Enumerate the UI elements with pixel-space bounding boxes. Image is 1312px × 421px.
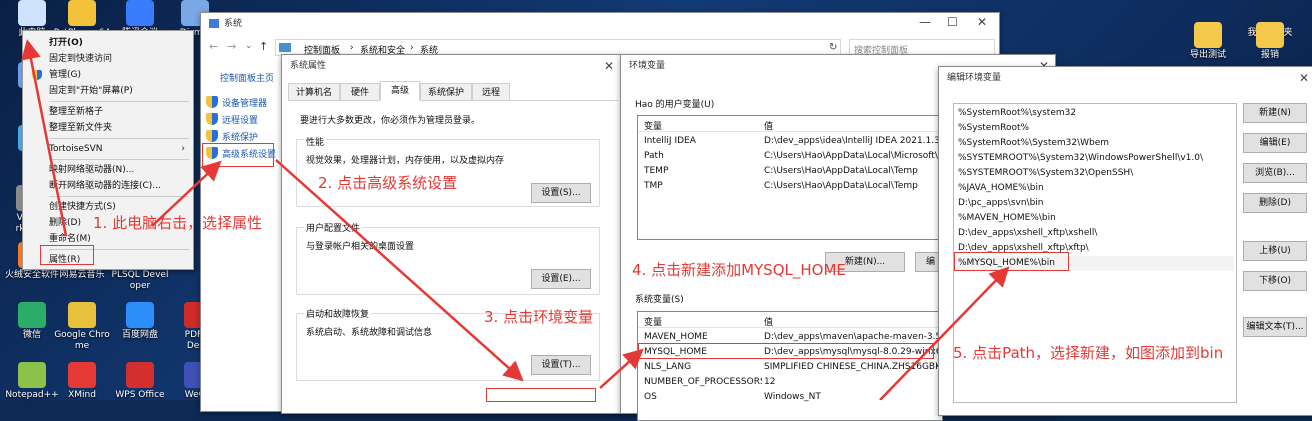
annotation-arrows xyxy=(21,39,1010,400)
arrow-to-computer-icon xyxy=(21,39,68,237)
annotation-step5: 5. 点击Path，选择新建，如图添加到bin xyxy=(953,344,1224,362)
arrow-to-mysql-bin xyxy=(879,266,1010,400)
annotation-step3: 3. 点击环境变量 xyxy=(484,308,594,326)
annotation-step4: 4. 点击新建添加MYSQL_HOME xyxy=(632,261,846,279)
annotation-step2: 2. 点击高级系统设置 xyxy=(318,174,458,192)
arrow-to-mysql-home xyxy=(599,348,644,389)
annotation-step1: 1. 此电脑右击，选择属性 xyxy=(93,214,263,232)
